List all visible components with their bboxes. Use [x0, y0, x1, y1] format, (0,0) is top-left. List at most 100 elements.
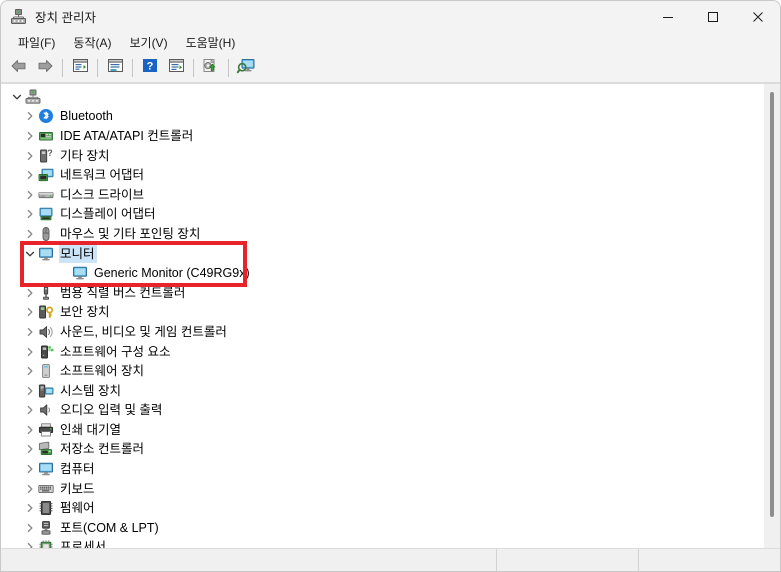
tree-item-9[interactable]: 범용 직렬 버스 컨트롤러 [1, 283, 764, 303]
tree-item-7[interactable]: 모니터 [1, 244, 764, 264]
tree-item-18[interactable]: 컴퓨터 [1, 459, 764, 479]
scrollbar-thumb[interactable] [770, 92, 774, 517]
close-button[interactable] [735, 1, 780, 32]
chevron-right-icon[interactable] [22, 324, 38, 340]
tree-item-5[interactable]: 디스플레이 어댑터 [1, 205, 764, 225]
network-adapter-icon [38, 167, 54, 183]
chevron-right-icon[interactable] [22, 383, 38, 399]
scan-for-hardware-changes-button[interactable] [233, 56, 259, 80]
software-component-icon [38, 344, 54, 360]
tree-item-0[interactable]: Bluetooth [1, 107, 764, 127]
chevron-right-icon[interactable] [22, 167, 38, 183]
vertical-scrollbar[interactable] [764, 84, 780, 548]
chevron-right-icon[interactable] [22, 148, 38, 164]
tree-item-1[interactable]: IDE ATA/ATAPI 컨트롤러 [1, 126, 764, 146]
chevron-right-icon[interactable] [22, 520, 38, 536]
chevron-right-icon[interactable] [22, 108, 38, 124]
toolbar-separator [193, 59, 194, 77]
chevron-right-icon[interactable] [22, 441, 38, 457]
tree-item-label: 시스템 장치 [60, 383, 121, 398]
chevron-right-icon[interactable] [22, 481, 38, 497]
port-icon [38, 520, 54, 536]
show-hide-console-tree-button[interactable] [102, 56, 128, 80]
tree-item-17[interactable]: 저장소 컨트롤러 [1, 440, 764, 460]
chevron-right-icon[interactable] [22, 285, 38, 301]
maximize-button[interactable] [690, 1, 735, 32]
tree-item-22[interactable]: 프로세서 [1, 538, 764, 548]
chevron-right-icon[interactable] [22, 363, 38, 379]
keyboard-icon [38, 481, 54, 497]
title-bar: 장치 관리자 [1, 1, 780, 32]
tree-scroll-area[interactable]: Bluetooth IDE ATA/ATAPI 컨트롤러? 기타 장치네트워크 어댑… [1, 84, 764, 548]
tree-item-label: 사운드, 비디오 및 게임 컨트롤러 [60, 324, 227, 339]
processor-icon [38, 539, 54, 548]
chevron-right-icon[interactable] [22, 128, 38, 144]
monitor-icon [72, 265, 88, 281]
tree-item-label: 키보드 [60, 481, 95, 496]
tree-item-11[interactable]: 사운드, 비디오 및 게임 컨트롤러 [1, 322, 764, 342]
monitor-icon [36, 244, 56, 263]
chevron-right-icon[interactable] [22, 206, 38, 222]
tree-item-15[interactable]: 오디오 입력 및 출력 [1, 401, 764, 421]
tree-item-2[interactable]: ? 기타 장치 [1, 146, 764, 166]
security-device-icon [38, 304, 54, 320]
tree-item-label: 네트워크 어댑터 [60, 168, 144, 183]
tree-item-label [46, 96, 49, 98]
chevron-down-icon[interactable] [22, 246, 38, 262]
tree-item-14[interactable]: 시스템 장치 [1, 381, 764, 401]
tree-item-4[interactable]: 디스크 드라이브 [1, 185, 764, 205]
tree-item-20[interactable]: 펌웨어 [1, 498, 764, 518]
tree-item-3[interactable]: 네트워크 어댑터 [1, 165, 764, 185]
menu-view[interactable]: 보기(V) [120, 32, 176, 54]
tree-item-label: 컴퓨터 [60, 462, 95, 477]
tree-item-8[interactable]: Generic Monitor (C49RG9x) [1, 263, 764, 283]
tree-item-13[interactable]: 소프트웨어 장치 [1, 361, 764, 381]
tree-item-label: 범용 직렬 버스 컨트롤러 [60, 285, 186, 300]
menu-bar: 파일(F) 동작(A) 보기(V) 도움말(H) [1, 32, 780, 54]
minimize-button[interactable] [645, 1, 690, 32]
tree-item-label: 펌웨어 [60, 501, 95, 516]
menu-help[interactable]: 도움말(H) [177, 32, 245, 54]
device-manager-screenshot: 장치 관리자 파일(F) 동작(A) 보기(V) 도움말(H) ? Blueto… [0, 0, 781, 572]
forward-button[interactable] [32, 56, 58, 80]
tree-item-label: Bluetooth [60, 109, 113, 124]
device-tree[interactable]: Bluetooth IDE ATA/ATAPI 컨트롤러? 기타 장치네트워크 어댑… [1, 87, 764, 548]
menu-file[interactable]: 파일(F) [9, 32, 64, 54]
chevron-right-icon[interactable] [22, 402, 38, 418]
tree-item-label: 인쇄 대기열 [60, 422, 121, 437]
chevron-right-icon[interactable] [22, 344, 38, 360]
tree-item-label: 프로세서 [60, 540, 107, 548]
help-question-icon: ? [142, 58, 158, 78]
chevron-right-icon[interactable] [22, 304, 38, 320]
tree-item-10[interactable]: 보안 장치 [1, 303, 764, 323]
tree-item-12[interactable]: 소프트웨어 구성 요소 [1, 342, 764, 362]
window-title: 장치 관리자 [35, 11, 96, 25]
status-cell-secondary [496, 549, 638, 571]
chevron-right-icon[interactable] [22, 226, 38, 242]
update-driver-button[interactable] [198, 56, 224, 80]
firmware-icon [38, 500, 54, 516]
svg-text:?: ? [147, 60, 154, 72]
chevron-right-icon[interactable] [22, 539, 38, 548]
properties-button[interactable] [67, 56, 93, 80]
scan-window-icon [168, 58, 185, 78]
arrow-right-icon [36, 58, 54, 79]
tree-item-19[interactable]: 키보드 [1, 479, 764, 499]
back-button[interactable] [6, 56, 32, 80]
tree-item-16[interactable]: 인쇄 대기열 [1, 420, 764, 440]
usb-controller-icon [38, 285, 54, 301]
chevron-right-icon[interactable] [22, 187, 38, 203]
scan-hardware-button[interactable] [163, 56, 189, 80]
tree-item-21[interactable]: 포트(COM & LPT) [1, 518, 764, 538]
tree-item-label: 모니터 [59, 244, 97, 263]
disk-drive-icon [38, 187, 54, 203]
tree-root-node[interactable] [1, 87, 764, 107]
tree-item-6[interactable]: 마우스 및 기타 포인팅 장치 [1, 224, 764, 244]
tree-item-label: 소프트웨어 장치 [60, 364, 144, 379]
help-button[interactable]: ? [137, 56, 163, 80]
chevron-down-icon[interactable] [9, 89, 25, 105]
chevron-right-icon[interactable] [22, 500, 38, 516]
chevron-right-icon[interactable] [22, 422, 38, 438]
menu-action[interactable]: 동작(A) [64, 32, 120, 54]
chevron-right-icon[interactable] [22, 461, 38, 477]
